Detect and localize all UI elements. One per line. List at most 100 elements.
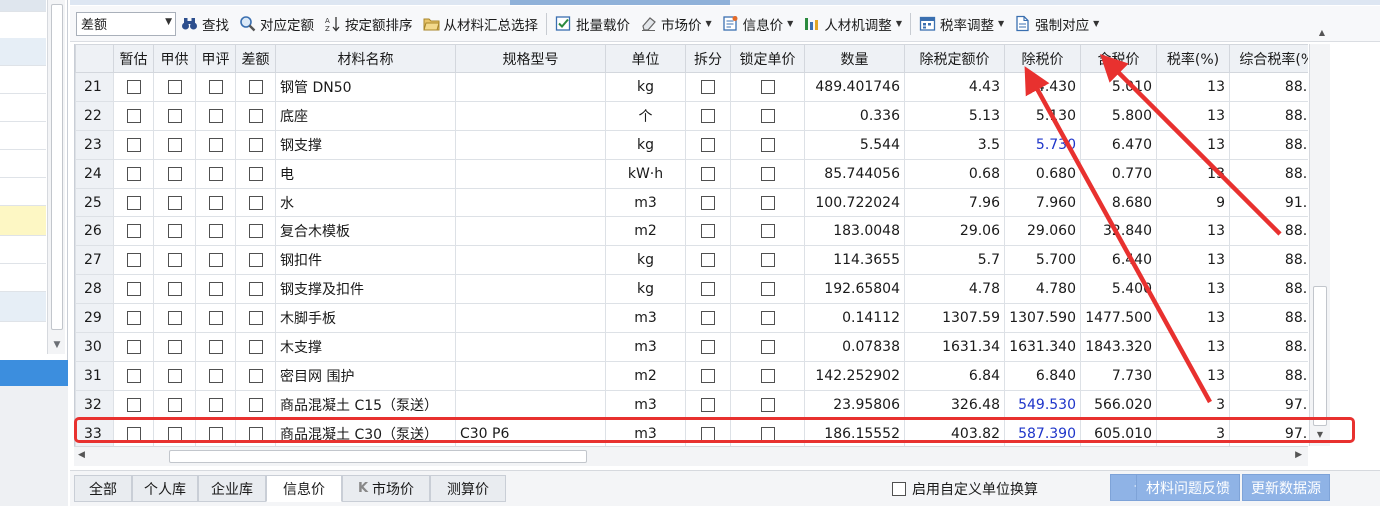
price-ex-tax-cell[interactable]: 7.960 xyxy=(1004,187,1081,218)
material-name-cell[interactable]: 木脚手板 xyxy=(275,303,456,334)
tax-rate-cell[interactable]: 9 xyxy=(1156,187,1230,218)
composite-tax-rate-cell[interactable]: 88.50 xyxy=(1229,245,1308,276)
row-number[interactable]: 31 xyxy=(75,360,114,391)
tax-rate-cell[interactable]: 13 xyxy=(1156,360,1230,391)
custom-unit-checkbox[interactable] xyxy=(892,482,906,496)
checkbox[interactable] xyxy=(208,339,223,354)
price-ex-tax-cell[interactable]: 6.840 xyxy=(1004,360,1081,391)
column-header[interactable]: 税率(%) xyxy=(1156,44,1230,73)
checkbox[interactable] xyxy=(248,253,263,268)
left-selected-row[interactable] xyxy=(0,360,68,386)
material-name-cell[interactable]: 钢扣件 xyxy=(275,245,456,276)
left-row[interactable] xyxy=(0,122,46,150)
price-in-tax-cell[interactable]: 6.470 xyxy=(1080,129,1157,160)
price-ex-tax-cell[interactable]: 549.530 xyxy=(1004,389,1081,420)
checkbox[interactable] xyxy=(208,195,223,210)
checkbox[interactable] xyxy=(167,195,182,210)
quantity-cell[interactable]: 23.95806 xyxy=(804,389,905,420)
checkbox[interactable] xyxy=(701,311,715,326)
column-header[interactable]: 锁定单价 xyxy=(730,44,805,73)
scroll-thumb[interactable] xyxy=(169,450,587,463)
checkbox[interactable] xyxy=(167,282,182,297)
checkbox[interactable] xyxy=(208,224,223,239)
material-name-cell[interactable]: 商品混凝土 C15（泵送） xyxy=(275,389,456,420)
checkbox[interactable] xyxy=(248,166,263,181)
composite-tax-rate-cell[interactable]: 88.50 xyxy=(1229,216,1308,247)
checkbox[interactable] xyxy=(760,426,775,441)
checkbox[interactable] xyxy=(126,311,141,326)
checkbox[interactable] xyxy=(167,137,182,152)
quantity-cell[interactable]: 100.722024 xyxy=(804,187,905,218)
checkbox[interactable] xyxy=(760,311,775,326)
table-row[interactable]: 21 钢管 DN50 kg 489.401746 4.43 4.430 5.010 13 88.… xyxy=(75,72,1308,102)
tab-personal-library[interactable]: 个人库 xyxy=(132,475,198,502)
composite-tax-rate-cell[interactable]: 88.50 xyxy=(1229,158,1308,189)
spec-cell[interactable] xyxy=(455,274,606,305)
spec-cell[interactable] xyxy=(455,129,606,160)
checkbox[interactable] xyxy=(248,195,263,210)
checkbox[interactable] xyxy=(760,137,775,152)
tab-all[interactable]: 全部 xyxy=(74,475,132,502)
table-row[interactable]: 24 电 kW·h 85.7440560.680.6800.7701388.50 xyxy=(75,158,1308,189)
checkbox[interactable] xyxy=(208,253,223,268)
composite-tax-rate-cell[interactable]: 88.50 xyxy=(1229,129,1308,160)
composite-tax-rate-cell[interactable]: 88.50 xyxy=(1229,72,1308,102)
market-price-button[interactable]: 市场价 ▼ xyxy=(635,10,717,38)
price-ex-tax-cell[interactable]: 29.060 xyxy=(1004,216,1081,247)
price-in-tax-cell[interactable]: 5.400 xyxy=(1080,274,1157,305)
material-name-cell[interactable]: 电 xyxy=(275,158,456,189)
composite-tax-rate-cell[interactable]: 88.50 xyxy=(1229,303,1308,334)
material-name-cell[interactable]: 钢支撑及扣件 xyxy=(275,274,456,305)
quota-price-ex-tax-cell[interactable]: 4.43 xyxy=(904,72,1005,102)
find-button[interactable]: 查找 xyxy=(176,10,234,38)
column-header[interactable]: 差额 xyxy=(235,44,276,73)
price-in-tax-cell[interactable]: 5.800 xyxy=(1080,100,1157,131)
material-name-cell[interactable]: 密目网 围护 xyxy=(275,360,456,391)
scroll-right-arrow-icon[interactable]: ▶ xyxy=(1295,450,1302,460)
info-price-button[interactable]: 信息价 ▼ xyxy=(717,10,799,38)
tax-rate-cell[interactable]: 13 xyxy=(1156,129,1230,160)
checkbox[interactable] xyxy=(248,108,263,123)
price-in-tax-cell[interactable]: 32.840 xyxy=(1080,216,1157,247)
quota-price-ex-tax-cell[interactable]: 3.5 xyxy=(904,129,1005,160)
composite-tax-rate-cell[interactable]: 88.50 xyxy=(1229,360,1308,391)
tax-rate-cell[interactable]: 13 xyxy=(1156,245,1230,276)
checkbox[interactable] xyxy=(248,339,263,354)
checkbox[interactable] xyxy=(248,368,263,383)
column-header[interactable]: 除税定额价 xyxy=(904,44,1005,73)
checkbox[interactable] xyxy=(126,397,141,412)
unit-cell[interactable]: m3 xyxy=(605,187,686,218)
custom-unit-checkbox-group[interactable]: 启用自定义单位换算 xyxy=(892,479,1038,499)
quota-price-ex-tax-cell[interactable]: 4.78 xyxy=(904,274,1005,305)
batch-load-price-button[interactable]: 批量载价 xyxy=(550,10,635,38)
left-row[interactable] xyxy=(0,236,46,264)
price-in-tax-cell[interactable]: 5.010 xyxy=(1080,72,1157,102)
column-header[interactable]: 甲评 xyxy=(195,44,236,73)
checkbox[interactable] xyxy=(126,426,141,441)
tab-info-price[interactable]: 信息价 xyxy=(266,475,342,502)
checkbox[interactable] xyxy=(701,195,715,210)
update-datasource-button[interactable]: 更新数据源 xyxy=(1242,474,1330,501)
composite-tax-rate-cell[interactable]: 97.09 xyxy=(1229,418,1308,446)
left-row[interactable] xyxy=(0,178,46,206)
checkbox[interactable] xyxy=(760,397,775,412)
checkbox[interactable] xyxy=(126,137,141,152)
tax-rate-cell[interactable]: 3 xyxy=(1156,418,1230,446)
spec-cell[interactable] xyxy=(455,303,606,334)
checkbox[interactable] xyxy=(248,282,263,297)
material-name-cell[interactable]: 复合木模板 xyxy=(275,216,456,247)
tax-adjust-button[interactable]: 税率调整 ▼ xyxy=(914,10,1009,38)
price-in-tax-cell[interactable]: 605.010 xyxy=(1080,418,1157,446)
scroll-down-arrow-icon[interactable]: ▼ xyxy=(1313,430,1327,444)
checkbox[interactable] xyxy=(167,311,182,326)
row-number[interactable]: 25 xyxy=(75,187,114,218)
row-number[interactable]: 29 xyxy=(75,303,114,334)
price-in-tax-cell[interactable]: 8.680 xyxy=(1080,187,1157,218)
labor-material-adjust-button[interactable]: 人材机调整 ▼ xyxy=(798,10,907,38)
checkbox[interactable] xyxy=(126,79,141,94)
column-header[interactable]: 甲供 xyxy=(153,44,196,73)
checkbox[interactable] xyxy=(167,339,182,354)
table-row[interactable]: 23 钢支撑 kg 5.5443.55.7306.4701388.50 xyxy=(75,129,1308,160)
checkbox[interactable] xyxy=(208,79,223,94)
tax-rate-cell[interactable]: 3 xyxy=(1156,389,1230,420)
